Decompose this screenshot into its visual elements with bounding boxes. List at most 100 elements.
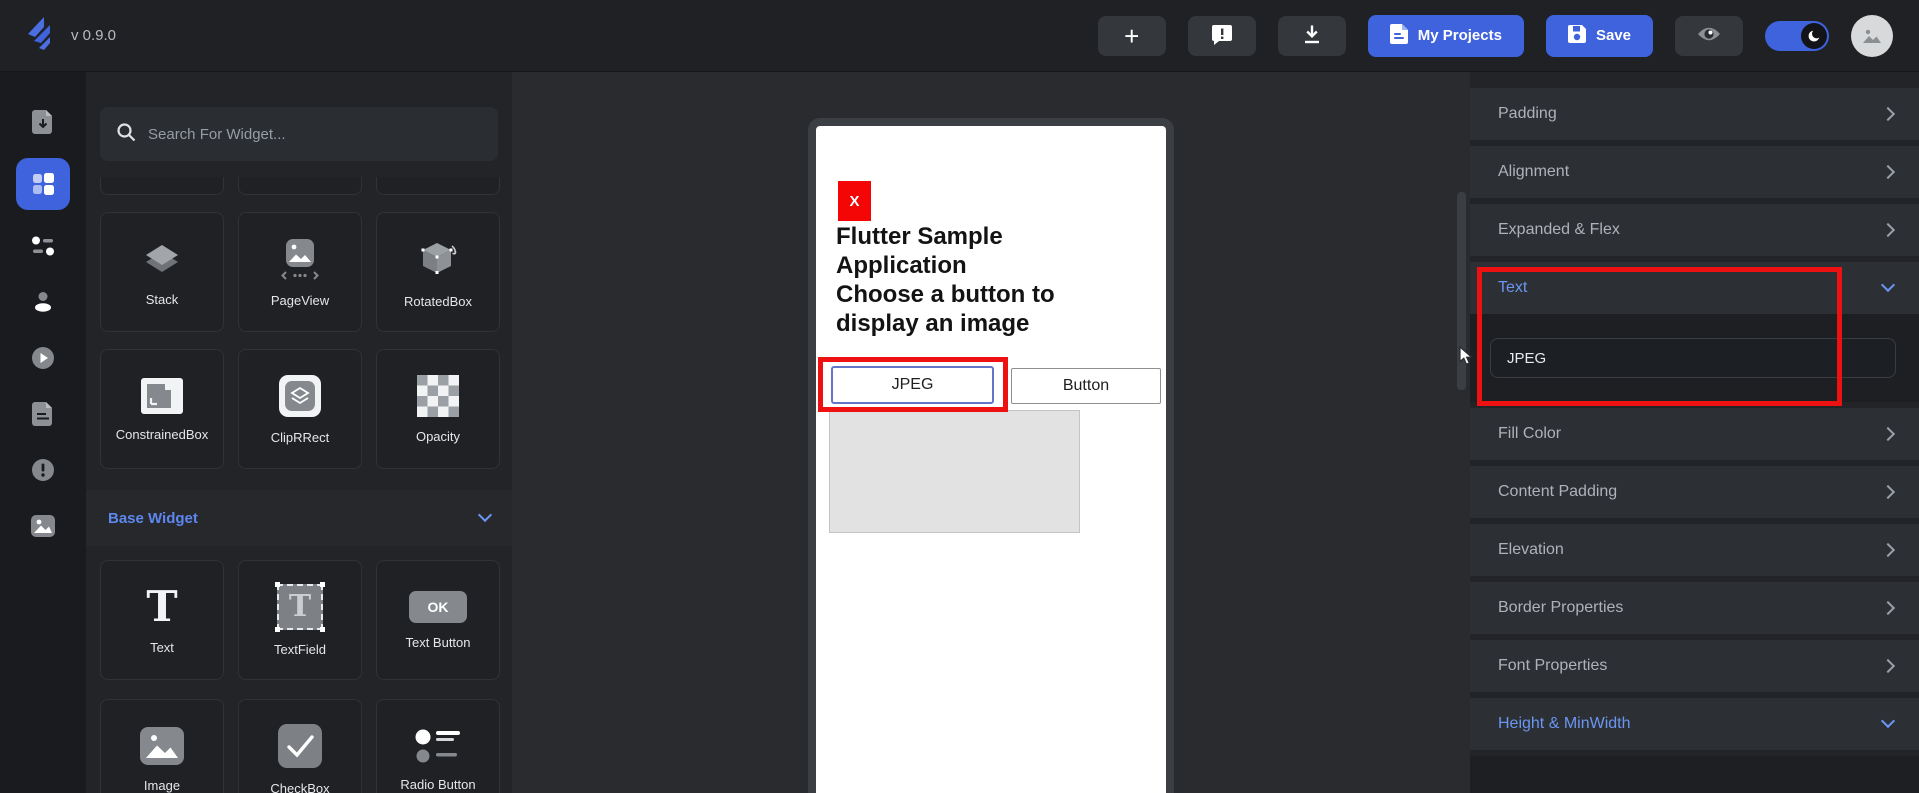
radio-button-icon: [413, 727, 463, 765]
tune-icon: [31, 236, 55, 256]
widget-tile-partial[interactable]: [376, 177, 500, 195]
section-base-widget[interactable]: Base Widget: [86, 490, 512, 546]
property-row-text[interactable]: Text: [1470, 262, 1919, 314]
chevron-right-icon: [1881, 223, 1895, 237]
property-row-alignment[interactable]: Alignment: [1470, 146, 1919, 198]
title-line-2: Choose a button to display an image: [836, 280, 1092, 338]
widget-tile-image[interactable]: Image: [100, 699, 224, 793]
save-icon: [1568, 25, 1586, 47]
widget-tile-stack[interactable]: Stack: [100, 212, 224, 332]
widget-tile-cliprrect[interactable]: ClipRRect: [238, 349, 362, 469]
widget-search: [100, 107, 498, 161]
text-value-input[interactable]: [1490, 338, 1896, 378]
save-label: Save: [1596, 27, 1631, 44]
expanded-section-clipped: [1470, 756, 1919, 793]
feedback-button[interactable]: [1188, 16, 1256, 56]
widget-tile-textfield[interactable]: T TextField: [238, 560, 362, 680]
property-row-content-padding[interactable]: Content Padding: [1470, 466, 1919, 518]
property-row-elevation[interactable]: Elevation: [1470, 524, 1919, 576]
widget-tile-opacity[interactable]: Opacity: [376, 349, 500, 469]
download-icon: [1301, 23, 1323, 48]
nav-import-widget[interactable]: [21, 102, 65, 142]
toggle-knob: [1801, 23, 1827, 49]
property-row-fill-color[interactable]: Fill Color: [1470, 408, 1919, 460]
text-widget-title[interactable]: Flutter Sample Application Choose a butt…: [836, 222, 1092, 338]
property-row-expanded-flex[interactable]: Expanded & Flex: [1470, 204, 1919, 256]
rotatedbox-icon: [415, 236, 461, 282]
pageview-icon: [277, 237, 323, 281]
chevron-right-icon: [1881, 427, 1895, 441]
play-circle-icon: [31, 346, 55, 370]
widget-row: Image CheckBox Radio Button: [100, 699, 500, 793]
widget-row: ConstrainedBox ClipRRect Opacity: [100, 349, 500, 469]
panel-scrollbar-thumb[interactable]: [1457, 192, 1466, 390]
textbutton-icon: OK: [409, 591, 467, 623]
save-button[interactable]: Save: [1546, 15, 1653, 57]
chevron-right-icon: [1881, 601, 1895, 615]
download-button[interactable]: [1278, 16, 1346, 56]
design-canvas[interactable]: X Flutter Sample Application Choose a bu…: [512, 72, 1470, 793]
stack-icon: [137, 238, 187, 280]
widget-tile-constrainedbox[interactable]: ConstrainedBox: [100, 349, 224, 469]
add-screen-button[interactable]: +: [1098, 16, 1166, 56]
image-placeholder[interactable]: [829, 410, 1080, 533]
avatar[interactable]: [1851, 15, 1893, 57]
chevron-right-icon: [1881, 659, 1895, 673]
widget-tile-text[interactable]: T Text: [100, 560, 224, 680]
eye-icon: [1696, 25, 1722, 46]
moon-icon: [1807, 29, 1821, 43]
text-icon: T: [146, 586, 177, 628]
nav-code-docs[interactable]: [21, 394, 65, 434]
widget-tile-pageview[interactable]: PageView: [238, 212, 362, 332]
widget-library-panel: Stack PageView: [86, 72, 512, 793]
app-logo: [26, 14, 53, 57]
property-row-font-properties[interactable]: Font Properties: [1470, 640, 1919, 692]
jpeg-button[interactable]: JPEG: [831, 366, 994, 404]
widget-tile-radiobutton[interactable]: Radio Button: [376, 699, 500, 793]
widget-tile-textbutton[interactable]: OK Text Button: [376, 560, 500, 680]
properties-panel: Padding Alignment Expanded & Flex Text F…: [1470, 72, 1919, 793]
opacity-icon: [417, 375, 459, 417]
my-projects-button[interactable]: My Projects: [1368, 15, 1524, 57]
image-icon: [31, 515, 55, 537]
preview-button[interactable]: [1675, 16, 1743, 56]
widget-row-partial: [100, 177, 500, 195]
search-input[interactable]: [148, 126, 482, 143]
nav-issues[interactable]: [21, 450, 65, 490]
person-icon: [32, 291, 54, 313]
chevron-right-icon: [1881, 107, 1895, 121]
title-line-1: Flutter Sample Application: [836, 222, 1092, 280]
app-header: v 0.9.0 +: [0, 0, 1919, 72]
chevron-right-icon: [1881, 165, 1895, 179]
widget-tile-rotatedbox[interactable]: RotatedBox: [376, 212, 500, 332]
plus-icon: +: [1124, 23, 1139, 49]
widget-tile-partial[interactable]: [100, 177, 224, 195]
nav-widgets[interactable]: [16, 158, 70, 210]
text-property-editor: [1470, 314, 1919, 402]
widget-tile-checkbox[interactable]: CheckBox: [238, 699, 362, 793]
cliprrect-icon: [278, 374, 322, 418]
property-row-border-properties[interactable]: Border Properties: [1470, 582, 1919, 634]
error-icon: [31, 458, 55, 482]
nav-account[interactable]: [21, 282, 65, 322]
textfield-icon: T: [277, 584, 323, 630]
chevron-down-icon: [1881, 714, 1895, 728]
property-row-height-minwidth[interactable]: Height & MinWidth: [1470, 698, 1919, 750]
dark-mode-toggle[interactable]: [1765, 21, 1829, 51]
version-label: v 0.9.0: [71, 27, 116, 44]
device-preview: X Flutter Sample Application Choose a bu…: [808, 118, 1174, 793]
property-row-padding[interactable]: Padding: [1470, 88, 1919, 140]
button-widget[interactable]: Button: [1011, 368, 1161, 404]
chevron-right-icon: [1881, 485, 1895, 499]
document-icon: [32, 402, 54, 426]
feedback-icon: [1211, 23, 1233, 48]
search-icon: [116, 122, 136, 147]
projects-doc-icon: [1390, 24, 1408, 48]
widget-tile-partial[interactable]: [238, 177, 362, 195]
image-widget-icon: [139, 726, 185, 766]
nav-run-preview[interactable]: [21, 338, 65, 378]
nav-assets[interactable]: [21, 506, 65, 546]
nav-properties[interactable]: [21, 226, 65, 266]
chevron-right-icon: [1881, 543, 1895, 557]
broken-image-placeholder[interactable]: X: [838, 181, 871, 221]
